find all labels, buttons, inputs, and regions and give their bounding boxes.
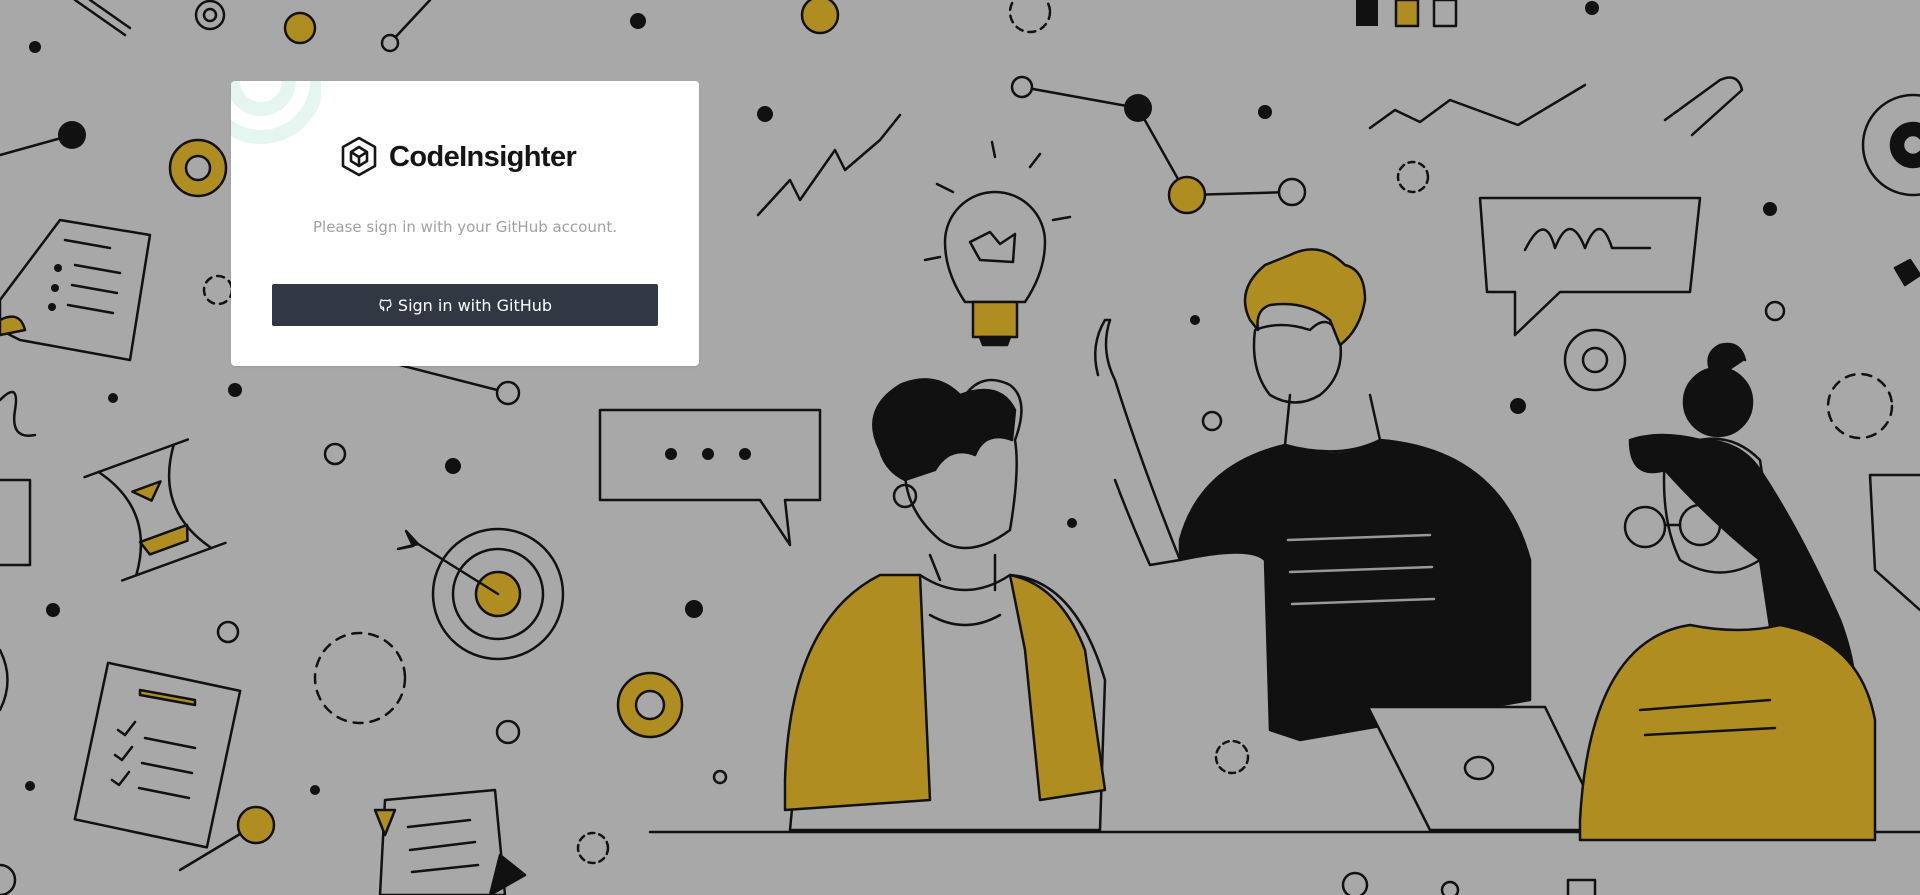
corner-arc-decoration <box>231 81 321 144</box>
github-icon <box>379 299 392 312</box>
signin-github-button[interactable]: Sign in with GitHub <box>272 284 658 326</box>
signin-message: Please sign in with your GitHub account. <box>312 218 618 236</box>
hexagon-cube-icon <box>341 136 377 177</box>
brand-logo: CodeInsighter <box>339 135 577 179</box>
signin-github-label: Sign in with GitHub <box>397 295 553 315</box>
brand-name: CodeInsighter <box>389 140 577 173</box>
login-card: CodeInsighter Please sign in with your G… <box>231 81 699 366</box>
